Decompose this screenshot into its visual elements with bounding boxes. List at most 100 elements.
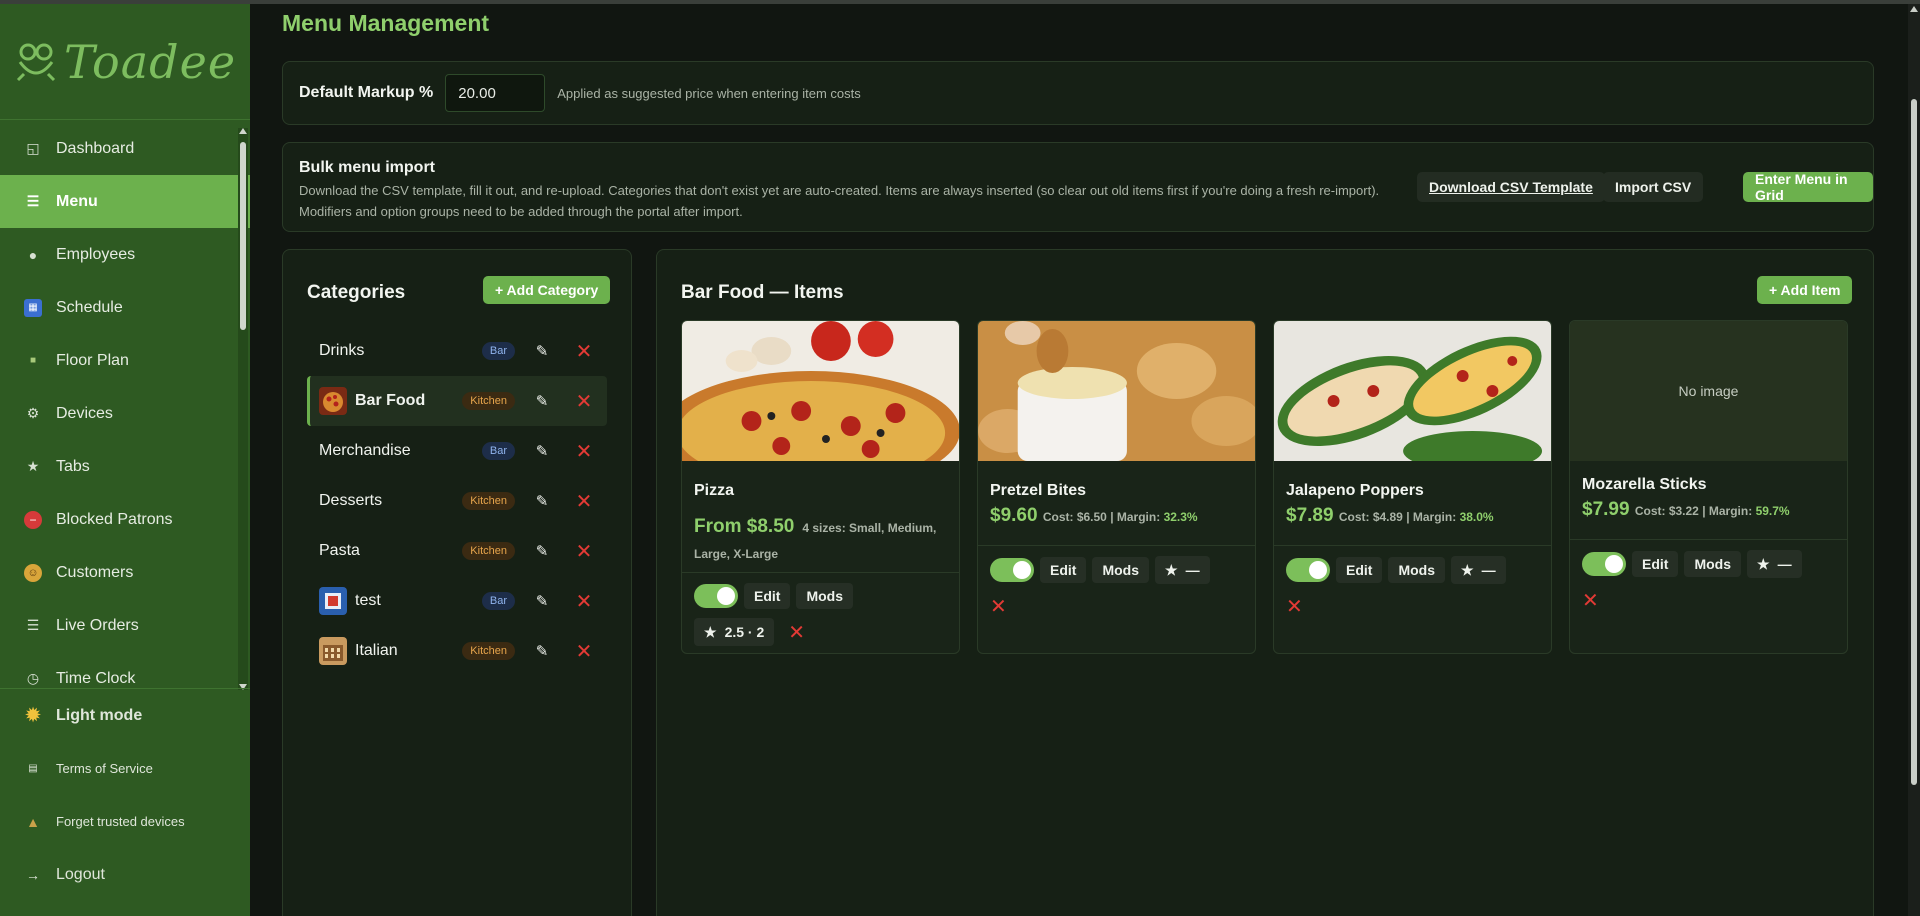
app-logo[interactable]: Toadee bbox=[0, 4, 250, 120]
download-csv-button[interactable]: Download CSV Template bbox=[1417, 172, 1605, 202]
sidebar-item-live-orders[interactable]: ☰ Live Orders bbox=[0, 599, 250, 652]
star-icon: ★ bbox=[704, 623, 717, 640]
clock-icon: ◷ bbox=[26, 670, 40, 686]
frog-logo-icon bbox=[16, 43, 55, 81]
import-csv-button[interactable]: Import CSV bbox=[1603, 172, 1704, 202]
logout-link[interactable]: → Logout bbox=[0, 848, 250, 901]
rating-button[interactable]: ★ — bbox=[1451, 556, 1506, 584]
sidebar-item-dashboard[interactable]: ◱ Dashboard bbox=[0, 122, 250, 175]
delete-item-x-icon[interactable]: ✕ bbox=[788, 620, 805, 645]
sidebar-item-menu[interactable]: ☰ Menu bbox=[0, 175, 250, 228]
terms-link[interactable]: ▤ Terms of Service bbox=[0, 742, 250, 795]
sidebar-item-schedule[interactable]: ▦ Schedule bbox=[0, 281, 250, 334]
rating-button[interactable]: ★ — bbox=[1155, 556, 1210, 584]
rating-value: — bbox=[1481, 562, 1496, 578]
delete-item-x-icon[interactable]: ✕ bbox=[990, 594, 1007, 619]
edit-pencil-icon[interactable]: ✎ bbox=[531, 492, 553, 510]
category-row-merchandise[interactable]: Merchandise Bar ✎ ✕ bbox=[307, 426, 607, 476]
enter-menu-grid-button[interactable]: Enter Menu in Grid bbox=[1743, 171, 1873, 203]
add-category-button[interactable]: + Add Category bbox=[483, 276, 611, 304]
rating-button[interactable]: ★ 2.5 · 2 bbox=[694, 618, 775, 646]
item-image bbox=[1274, 321, 1551, 461]
edit-pencil-icon[interactable]: ✎ bbox=[531, 392, 553, 410]
item-image bbox=[682, 321, 959, 461]
edit-item-button[interactable]: Edit bbox=[1040, 557, 1087, 583]
mods-button[interactable]: Mods bbox=[1388, 557, 1446, 583]
bulk-import-panel: Bulk menu import Download the CSV templa… bbox=[282, 142, 1874, 232]
sidebar-item-customers[interactable]: ☺ Customers bbox=[0, 546, 250, 599]
station-badge: Kitchen bbox=[462, 542, 515, 560]
sidebar-item-blocked-patrons[interactable]: − Blocked Patrons bbox=[0, 493, 250, 546]
scrollbar-thumb[interactable] bbox=[240, 142, 246, 330]
scroll-up-arrow-icon[interactable] bbox=[1910, 6, 1918, 12]
item-controls: Edit Mods ★ — bbox=[990, 556, 1210, 584]
rating-button[interactable]: ★ — bbox=[1747, 550, 1802, 578]
sidebar-item-label: Schedule bbox=[56, 298, 123, 316]
page-scrollbar[interactable] bbox=[1908, 4, 1920, 916]
delete-item-x-icon[interactable]: ✕ bbox=[1286, 594, 1303, 619]
item-cost-margin: Cost: $3.22 | Margin: 59.7% bbox=[1635, 504, 1790, 518]
category-name: Pasta bbox=[319, 542, 360, 559]
item-price-line: $7.99 Cost: $3.22 | Margin: 59.7% bbox=[1582, 499, 1790, 521]
edit-item-button[interactable]: Edit bbox=[1632, 551, 1679, 577]
delete-x-icon[interactable]: ✕ bbox=[573, 589, 595, 614]
category-row-bar-food[interactable]: Bar Food Kitchen ✎ ✕ bbox=[307, 376, 607, 426]
item-price: $7.89 bbox=[1286, 505, 1334, 526]
light-mode-toggle[interactable]: ✹ Light mode bbox=[0, 689, 250, 742]
delete-item-x-icon[interactable]: ✕ bbox=[1582, 588, 1599, 613]
delete-x-icon[interactable]: ✕ bbox=[573, 539, 595, 564]
forget-devices-link[interactable]: ▲ Forget trusted devices bbox=[0, 795, 250, 848]
item-enabled-toggle[interactable] bbox=[990, 558, 1034, 582]
item-enabled-toggle[interactable] bbox=[1582, 552, 1626, 576]
station-badge: Kitchen bbox=[462, 642, 515, 660]
item-controls: Edit Mods bbox=[694, 583, 854, 609]
edit-pencil-icon[interactable]: ✎ bbox=[531, 542, 553, 560]
delete-x-icon[interactable]: ✕ bbox=[573, 439, 595, 464]
edit-item-button[interactable]: Edit bbox=[744, 583, 791, 609]
delete-x-icon[interactable]: ✕ bbox=[573, 389, 595, 414]
mods-button[interactable]: Mods bbox=[1684, 551, 1742, 577]
edit-pencil-icon[interactable]: ✎ bbox=[531, 592, 553, 610]
lock-icon: ▲ bbox=[26, 813, 40, 830]
category-row-italian[interactable]: Italian Kitchen ✎ ✕ bbox=[307, 626, 607, 676]
rating-value: — bbox=[1777, 556, 1792, 572]
item-controls: Edit Mods ★ — bbox=[1582, 550, 1802, 578]
scrollbar-thumb[interactable] bbox=[1911, 99, 1917, 785]
edit-pencil-icon[interactable]: ✎ bbox=[531, 642, 553, 660]
sidebar-item-time-clock[interactable]: ◷ Time Clock bbox=[0, 652, 250, 687]
delete-x-icon[interactable]: ✕ bbox=[573, 489, 595, 514]
sidebar-item-label: Floor Plan bbox=[56, 351, 129, 369]
forget-devices-label: Forget trusted devices bbox=[56, 814, 185, 829]
item-enabled-toggle[interactable] bbox=[1286, 558, 1330, 582]
sidebar-item-label: Live Orders bbox=[56, 616, 139, 634]
delete-x-icon[interactable]: ✕ bbox=[573, 639, 595, 664]
sidebar-item-devices[interactable]: ⚙ Devices bbox=[0, 387, 250, 440]
category-row-test[interactable]: test Bar ✎ ✕ bbox=[307, 576, 607, 626]
scroll-up-arrow-icon[interactable] bbox=[239, 128, 247, 134]
categories-panel: Categories + Add Category Drinks Bar ✎ ✕… bbox=[282, 249, 632, 916]
category-row-pasta[interactable]: Pasta Kitchen ✎ ✕ bbox=[307, 526, 607, 576]
item-cost: Cost: $4.89 | Margin: bbox=[1338, 510, 1457, 524]
station-badge: Bar bbox=[481, 442, 515, 460]
sidebar-item-floor-plan[interactable]: ■ Floor Plan bbox=[0, 334, 250, 387]
markup-input[interactable]: 20.00 bbox=[445, 74, 546, 112]
sidebar-item-employees[interactable]: ● Employees bbox=[0, 228, 250, 281]
item-enabled-toggle[interactable] bbox=[694, 584, 738, 608]
mods-button[interactable]: Mods bbox=[1092, 557, 1150, 583]
sidebar-scrollbar[interactable] bbox=[238, 128, 248, 690]
category-row-desserts[interactable]: Desserts Kitchen ✎ ✕ bbox=[307, 476, 607, 526]
add-item-button[interactable]: + Add Item bbox=[1757, 276, 1853, 304]
edit-item-button[interactable]: Edit bbox=[1336, 557, 1383, 583]
sidebar-nav: ◱ Dashboard ☰ Menu ● Employees ▦ Schedul… bbox=[0, 122, 250, 687]
floor-plan-icon: ■ bbox=[29, 355, 37, 366]
edit-pencil-icon[interactable]: ✎ bbox=[531, 442, 553, 460]
star-icon: ★ bbox=[26, 458, 40, 474]
sidebar-item-tabs[interactable]: ★ Tabs bbox=[0, 440, 250, 493]
category-row-drinks[interactable]: Drinks Bar ✎ ✕ bbox=[307, 326, 607, 376]
mods-button[interactable]: Mods bbox=[796, 583, 854, 609]
category-name: test bbox=[355, 592, 381, 609]
category-thumbnail bbox=[319, 387, 347, 415]
item-cost-margin: Cost: $6.50 | Margin: 32.3% bbox=[1043, 510, 1198, 524]
delete-x-icon[interactable]: ✕ bbox=[573, 339, 595, 364]
edit-pencil-icon[interactable]: ✎ bbox=[531, 342, 553, 360]
